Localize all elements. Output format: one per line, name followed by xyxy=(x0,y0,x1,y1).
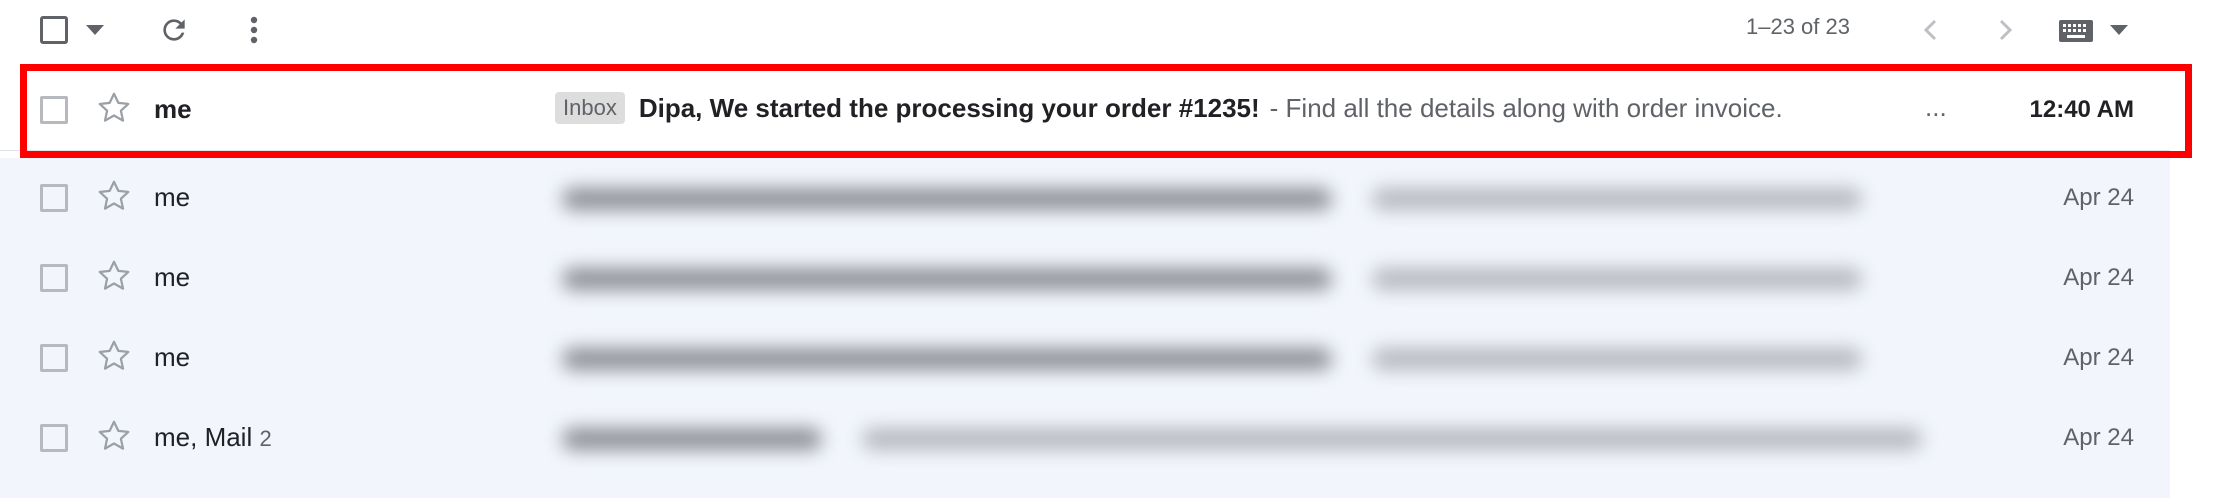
thread-count: 2 xyxy=(259,426,272,451)
email-date: Apr 24 xyxy=(2063,264,2134,291)
select-all-checkbox[interactable] xyxy=(38,14,70,46)
email-sender: me, Mail 2 xyxy=(154,422,272,453)
chevron-left-icon[interactable] xyxy=(1912,12,1948,48)
star-icon[interactable] xyxy=(96,178,132,214)
email-row[interactable]: me, Mail 2 Apr 24 xyxy=(0,398,2170,479)
select-dropdown-caret-icon[interactable] xyxy=(80,18,110,42)
email-date: Apr 24 xyxy=(2063,344,2134,371)
email-subject: Dipa, We started the processing your ord… xyxy=(638,92,1260,123)
blurred-email-content xyxy=(532,168,1947,228)
blurred-email-content xyxy=(532,408,1947,468)
row-checkbox[interactable] xyxy=(40,96,68,124)
email-sender: me xyxy=(154,182,191,212)
email-date: Apr 24 xyxy=(2063,424,2134,451)
blurred-email-content xyxy=(532,328,1947,388)
email-row[interactable]: me Apr 24 xyxy=(0,158,2170,239)
star-icon[interactable] xyxy=(96,418,132,454)
input-tools-caret-icon[interactable] xyxy=(2104,18,2134,42)
more-vert-icon[interactable] xyxy=(234,10,274,50)
email-date: 12:40 AM xyxy=(2029,96,2134,123)
pagination-count: 1–23 of 23 xyxy=(1746,14,1850,39)
mail-toolbar: 1–23 of 23 xyxy=(0,0,2226,62)
inbox-label-chip[interactable]: Inbox xyxy=(555,92,625,124)
row-checkbox[interactable] xyxy=(40,184,68,212)
email-date: Apr 24 xyxy=(2063,184,2134,211)
email-sender: me xyxy=(154,342,191,372)
sender-names: me, Mail xyxy=(154,422,253,452)
row-checkbox[interactable] xyxy=(40,344,68,372)
star-icon[interactable] xyxy=(96,338,132,374)
email-sender: me xyxy=(154,94,192,124)
email-row-partial xyxy=(0,478,2170,498)
email-row[interactable]: me Apr 24 xyxy=(0,238,2170,319)
refresh-icon[interactable] xyxy=(154,10,194,50)
star-icon[interactable] xyxy=(96,258,132,294)
chevron-right-icon[interactable] xyxy=(1988,12,2024,48)
snippet-ellipsis: ... xyxy=(1925,92,1947,122)
blurred-email-content xyxy=(532,248,1947,308)
checkbox-box xyxy=(40,16,68,44)
keyboard-icon[interactable] xyxy=(2056,14,2096,48)
row-checkbox[interactable] xyxy=(40,424,68,452)
star-icon[interactable] xyxy=(96,90,132,126)
row-checkbox[interactable] xyxy=(40,264,68,292)
email-row[interactable]: me Inbox Dipa, We started the processing… xyxy=(0,70,2170,151)
email-row[interactable]: me Apr 24 xyxy=(0,318,2170,399)
email-sender: me xyxy=(154,262,191,292)
email-content: Inbox Dipa, We started the processing yo… xyxy=(555,92,1783,124)
email-snippet: - Find all the details along with order … xyxy=(1269,92,1783,123)
